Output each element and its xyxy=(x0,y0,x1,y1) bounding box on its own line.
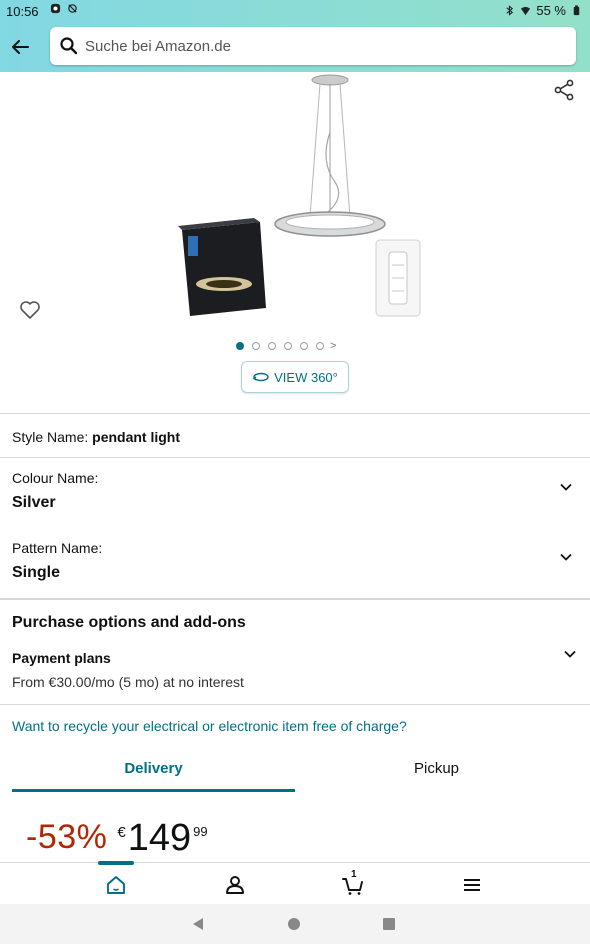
back-button[interactable] xyxy=(6,33,34,61)
payment-plans-title: Payment plans xyxy=(12,650,111,666)
tab-pickup[interactable]: Pickup xyxy=(295,760,578,777)
tab-active-indicator xyxy=(12,789,295,792)
divider xyxy=(0,413,590,414)
rotate-360-icon xyxy=(252,372,269,382)
image-pagination-dots[interactable]: > xyxy=(236,340,336,352)
divider xyxy=(0,704,590,705)
pagination-dot[interactable] xyxy=(268,342,276,350)
price-block: -53% € 149 99 xyxy=(26,818,208,858)
status-notification-icons xyxy=(50,3,78,14)
colour-name-value: Silver xyxy=(12,494,56,511)
pagination-dot[interactable] xyxy=(284,342,292,350)
chevron-down-icon[interactable] xyxy=(562,646,578,662)
bottom-navigation: 1 xyxy=(0,861,590,904)
price-fraction: 99 xyxy=(193,824,208,839)
pagination-dot[interactable] xyxy=(300,342,308,350)
discount-percent: -53% xyxy=(26,818,108,856)
style-name-row: Style Name: pendant light xyxy=(12,429,180,445)
purchase-options-title: Purchase options and add-ons xyxy=(12,614,246,631)
pattern-name-label: Pattern Name: xyxy=(12,540,103,556)
tab-delivery[interactable]: Delivery xyxy=(12,760,295,777)
battery-icon xyxy=(573,5,580,16)
home-icon[interactable] xyxy=(104,873,128,897)
notification-icon xyxy=(50,3,61,14)
status-time: 10:56 xyxy=(6,4,39,19)
wifi-icon xyxy=(521,6,531,16)
share-icon[interactable] xyxy=(552,78,576,102)
divider xyxy=(0,457,590,458)
pagination-dot-active[interactable] xyxy=(236,342,244,350)
app-header: 10:56 55 % xyxy=(0,0,590,72)
style-name-value: pendant light xyxy=(92,429,181,445)
cart-count-badge: 1 xyxy=(351,869,357,880)
chevron-down-icon[interactable] xyxy=(558,479,574,495)
pattern-name-value: Single xyxy=(12,564,61,581)
back-arrow-icon xyxy=(12,40,29,54)
search-input[interactable] xyxy=(85,37,525,55)
product-gallery[interactable]: > VIEW 360° xyxy=(0,72,590,412)
view-360-button[interactable]: VIEW 360° xyxy=(241,361,349,393)
battery-percent: 55 % xyxy=(536,3,566,18)
chevron-right-icon[interactable]: > xyxy=(330,340,336,352)
system-recents-icon[interactable] xyxy=(381,916,397,932)
chevron-down-icon[interactable] xyxy=(558,549,574,565)
price-currency: € xyxy=(117,824,126,841)
style-name-label: Style Name: xyxy=(12,429,89,445)
system-back-icon[interactable] xyxy=(190,916,206,932)
recycle-link[interactable]: Want to recycle your electrical or elect… xyxy=(12,718,407,734)
pagination-dot[interactable] xyxy=(316,342,324,350)
search-bar[interactable] xyxy=(50,27,576,65)
status-right: 55 % xyxy=(504,3,582,18)
system-home-icon[interactable] xyxy=(286,916,302,932)
divider xyxy=(0,598,590,600)
price-whole: 149 xyxy=(127,817,192,859)
pagination-dot[interactable] xyxy=(252,342,260,350)
search-icon xyxy=(60,37,78,55)
product-image[interactable] xyxy=(170,72,430,324)
colour-name-label: Colour Name: xyxy=(12,470,99,486)
sync-off-icon xyxy=(68,4,77,13)
bluetooth-icon xyxy=(506,5,514,16)
nav-active-indicator xyxy=(98,861,134,865)
payment-plans-subtitle: From €30.00/mo (5 mo) at no interest xyxy=(12,674,244,690)
account-icon[interactable] xyxy=(223,873,247,897)
menu-icon[interactable] xyxy=(460,873,484,897)
system-navigation-bar xyxy=(0,904,590,944)
wishlist-heart-icon[interactable] xyxy=(18,298,42,322)
view-360-label: VIEW 360° xyxy=(274,369,338,385)
status-bar: 10:56 55 % xyxy=(0,0,590,22)
